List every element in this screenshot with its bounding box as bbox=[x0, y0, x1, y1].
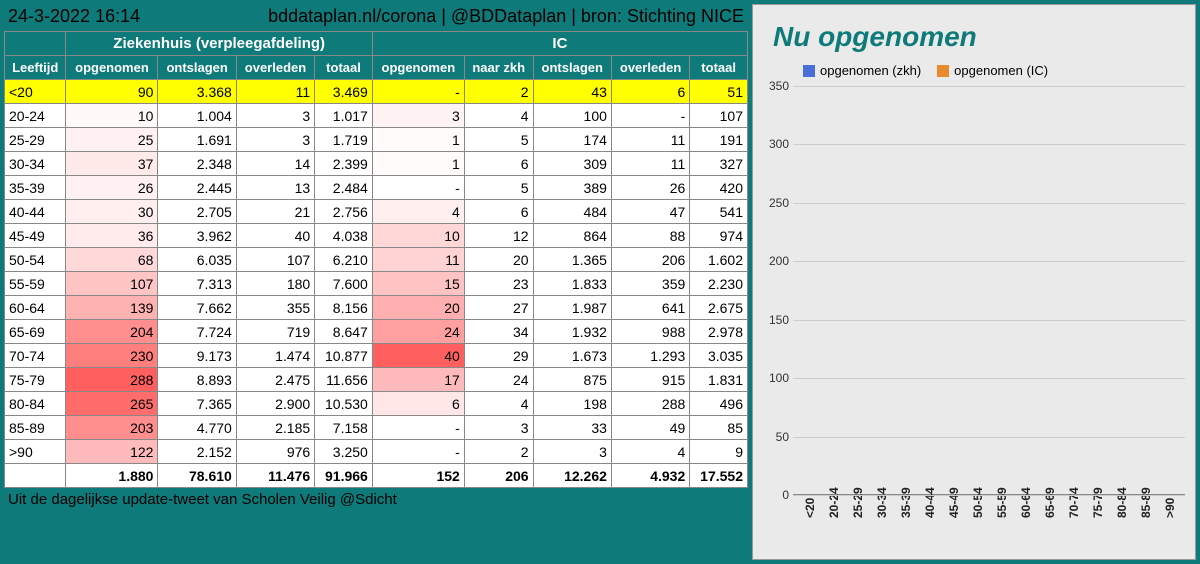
table-row: <20903.368113.469-243651 bbox=[5, 80, 748, 104]
col-age-blank bbox=[5, 32, 66, 56]
col-7: ontslagen bbox=[533, 56, 611, 80]
x-label: 35-39 bbox=[899, 487, 913, 518]
x-label: 85-89 bbox=[1139, 487, 1153, 518]
table-row: 25-29251.69131.7191517411191 bbox=[5, 128, 748, 152]
col-4: totaal bbox=[315, 56, 373, 80]
table-row: 85-892034.7702.1857.158-3334985 bbox=[5, 416, 748, 440]
x-label: 45-49 bbox=[947, 487, 961, 518]
legend-ic: opgenomen (IC) bbox=[937, 63, 1048, 78]
table-panel: 24-3-2022 16:14 bddataplan.nl/corona | @… bbox=[4, 4, 748, 560]
chart-title: Nu opgenomen bbox=[773, 21, 1181, 53]
table-row: >901222.1529763.250-2349 bbox=[5, 440, 748, 464]
x-label: 25-29 bbox=[851, 487, 865, 518]
col-5: opgenomen bbox=[372, 56, 464, 80]
source-line: bddataplan.nl/corona | @BDDataplan | bro… bbox=[268, 6, 744, 27]
swatch-blue-icon bbox=[803, 65, 815, 77]
x-label: <20 bbox=[803, 498, 817, 518]
x-label: 60-64 bbox=[1019, 487, 1033, 518]
table-row: 45-49363.962404.038101286488974 bbox=[5, 224, 748, 248]
totals-row: 1.88078.61011.47691.96615220612.2624.932… bbox=[5, 464, 748, 488]
ytick: 150 bbox=[763, 313, 789, 327]
x-label: 75-79 bbox=[1091, 487, 1105, 518]
ytick: 0 bbox=[763, 488, 789, 502]
x-label: 55-59 bbox=[995, 487, 1009, 518]
group-zkh: Ziekenhuis (verpleegafdeling) bbox=[66, 32, 372, 56]
table-row: 80-842657.3652.90010.53064198288496 bbox=[5, 392, 748, 416]
col-0: Leeftijd bbox=[5, 56, 66, 80]
table-row: 60-641397.6623558.15620271.9876412.675 bbox=[5, 296, 748, 320]
footnote: Uit de dagelijkse update-tweet van Schol… bbox=[4, 488, 748, 508]
table-row: 20-24101.00431.01734100-107 bbox=[5, 104, 748, 128]
table-row: 50-54686.0351076.21011201.3652061.602 bbox=[5, 248, 748, 272]
swatch-orange-icon bbox=[937, 65, 949, 77]
ytick: 250 bbox=[763, 196, 789, 210]
table-row: 55-591077.3131807.60015231.8333592.230 bbox=[5, 272, 748, 296]
group-ic: IC bbox=[372, 32, 747, 56]
chart-panel: Nu opgenomen opgenomen (zkh) opgenomen (… bbox=[752, 4, 1196, 560]
header-bar: 24-3-2022 16:14 bddataplan.nl/corona | @… bbox=[4, 4, 748, 31]
x-label: 80-84 bbox=[1115, 487, 1129, 518]
legend-zkh: opgenomen (zkh) bbox=[803, 63, 921, 78]
x-label: 50-54 bbox=[971, 487, 985, 518]
table-row: 70-742309.1731.47410.87740291.6731.2933.… bbox=[5, 344, 748, 368]
col-8: overleden bbox=[611, 56, 689, 80]
x-label: 20-24 bbox=[827, 487, 841, 518]
timestamp: 24-3-2022 16:14 bbox=[8, 6, 140, 27]
col-1: opgenomen bbox=[66, 56, 158, 80]
x-label: 70-74 bbox=[1067, 487, 1081, 518]
x-label: >90 bbox=[1163, 498, 1177, 518]
ytick: 100 bbox=[763, 371, 789, 385]
col-6: naar zkh bbox=[464, 56, 533, 80]
col-9: totaal bbox=[690, 56, 748, 80]
x-label: 30-34 bbox=[875, 487, 889, 518]
ytick: 50 bbox=[763, 430, 789, 444]
col-3: overleden bbox=[236, 56, 314, 80]
chart-legend: opgenomen (zkh) opgenomen (IC) bbox=[803, 63, 1185, 78]
col-2: ontslagen bbox=[158, 56, 236, 80]
chart-area: <2020-2425-2930-3435-3940-4445-4950-5455… bbox=[793, 86, 1185, 495]
ytick: 200 bbox=[763, 254, 789, 268]
table-row: 75-792888.8932.47511.65617248759151.831 bbox=[5, 368, 748, 392]
table-row: 40-44302.705212.7564648447541 bbox=[5, 200, 748, 224]
ytick: 350 bbox=[763, 79, 789, 93]
ytick: 300 bbox=[763, 137, 789, 151]
table-row: 65-692047.7247198.64724341.9329882.978 bbox=[5, 320, 748, 344]
table-row: 35-39262.445132.484-538926420 bbox=[5, 176, 748, 200]
x-label: 40-44 bbox=[923, 487, 937, 518]
table-row: 30-34372.348142.3991630911327 bbox=[5, 152, 748, 176]
data-table: Ziekenhuis (verpleegafdeling) IC Leeftij… bbox=[4, 31, 748, 488]
x-label: 65-69 bbox=[1043, 487, 1057, 518]
